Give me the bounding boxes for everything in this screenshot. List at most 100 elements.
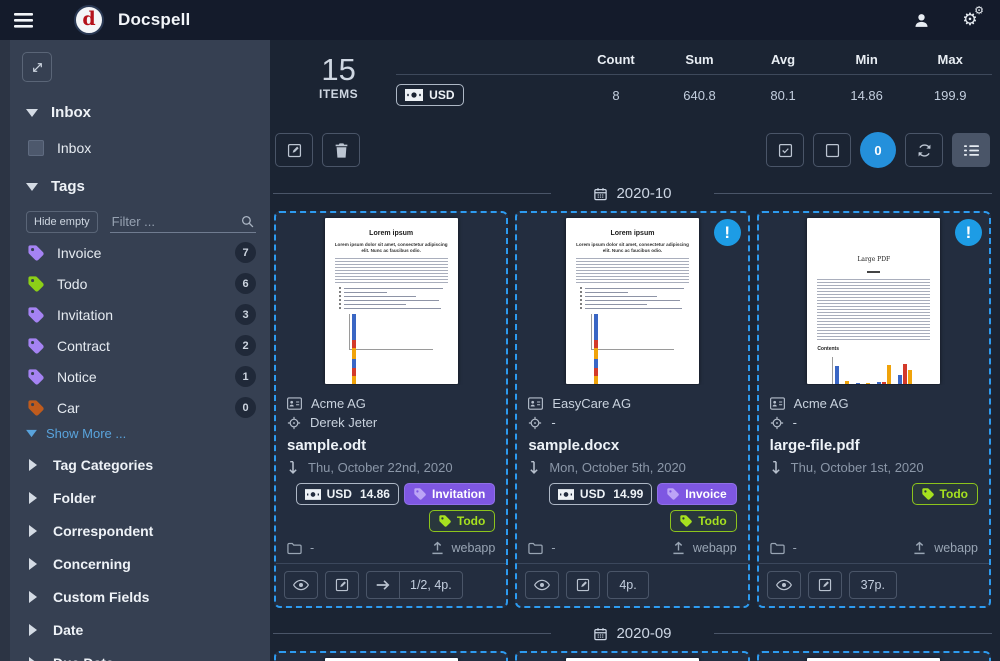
card-footer: 4p. (517, 563, 747, 606)
document-thumbnail[interactable]: Large PDF Contents (759, 213, 989, 385)
document-thumbnail[interactable]: Keywords in PDF (276, 653, 506, 661)
preview-lead-text: Lorem ipsum dolor sit amet, consectetur … (335, 242, 448, 254)
view-item-button[interactable] (525, 571, 559, 599)
tag-icon (28, 369, 44, 385)
tag-count-badge: 6 (235, 273, 256, 294)
tag-icon (680, 515, 692, 527)
divider (714, 633, 992, 634)
folder-icon (770, 542, 785, 555)
group-date-label: 2020-09 (616, 625, 671, 642)
item-group: 2020-09 Keywords in PDF (273, 625, 992, 661)
item-date: Thu, October 1st, 2020 (791, 460, 924, 475)
inbox-checkbox[interactable] (28, 140, 44, 156)
sidebar-tag-item[interactable]: Notice 1 (20, 361, 260, 392)
deselect-all-button[interactable] (813, 133, 851, 167)
tag-icon (28, 245, 44, 261)
source-value: webapp (452, 541, 496, 555)
item-date: Mon, October 5th, 2020 (549, 460, 686, 475)
caret-right-icon (28, 624, 38, 636)
card-footer: 37p. (759, 563, 989, 606)
show-more-tags[interactable]: Show More ... (26, 426, 260, 441)
sidebar-collapsed-sections: Tag Categories Folder Correspondent Conc… (20, 449, 260, 661)
expand-sidebar-button[interactable] (22, 52, 52, 82)
edit-item-button[interactable] (325, 571, 359, 599)
sidebar-section-collapsed[interactable]: Correspondent (20, 515, 260, 547)
sidebar-tag-item[interactable]: Invitation 3 (20, 299, 260, 330)
list-view-button[interactable] (952, 133, 990, 167)
sidebar-section-collapsed[interactable]: Tag Categories (20, 449, 260, 481)
sidebar-scrollbar[interactable] (0, 40, 10, 661)
hamburger-menu-icon[interactable] (10, 7, 36, 33)
card-grid: Lorem ipsum Lorem ipsum dolor sit amet, … (273, 211, 992, 608)
item-name: large-file.pdf (770, 437, 978, 454)
concerning-name: - (551, 415, 555, 430)
sidebar-section-collapsed[interactable]: Due Date (20, 647, 260, 661)
settings-button[interactable]: ⚙ ⚙ (958, 9, 982, 31)
view-item-button[interactable] (767, 571, 801, 599)
caret-right-icon (28, 558, 38, 570)
item-card[interactable]: Keywords in PDF (274, 651, 508, 661)
view-item-button[interactable] (284, 571, 318, 599)
sidebar-section-inbox[interactable]: Inbox (26, 104, 260, 121)
sidebar-tag-item[interactable]: Contract 2 (20, 330, 260, 361)
currency-badge: USD (396, 84, 463, 106)
source-value: webapp (934, 541, 978, 555)
address-card-icon (528, 397, 543, 410)
item-group: 2020-10 Lorem ipsum Lorem ipsum dolor si… (273, 185, 992, 608)
document-thumbnail[interactable]: Lorem ipsum Lorem ipsum dolor sit amet, … (276, 213, 506, 385)
refresh-button[interactable] (905, 133, 943, 167)
search-stats: 15 ITEMS Count Sum Avg Min Max (273, 52, 992, 106)
delete-selection-button[interactable] (322, 133, 360, 167)
amount-currency: USD (327, 487, 352, 501)
sidebar-section-collapsed[interactable]: Folder (20, 482, 260, 514)
item-list-main: 15 ITEMS Count Sum Avg Min Max (270, 40, 1000, 661)
edit-item-button[interactable] (566, 571, 600, 599)
item-card[interactable]: Lorem ipsum dolor sit amet, consectetur … (515, 651, 749, 661)
document-thumbnail[interactable]: Lorem ipsum dolor sit amet, consectetur … (517, 653, 747, 661)
stats-column-header: Max (908, 52, 992, 74)
hide-empty-button[interactable]: Hide empty (26, 211, 98, 233)
sidebar-tag-item[interactable]: Invoice 7 (20, 237, 260, 268)
select-mode-button[interactable] (766, 133, 804, 167)
sidebar-tag-item[interactable]: Car 0 (20, 392, 260, 423)
document-thumbnail[interactable]: Lorem ipsum Lorem ipsum dolor sit amet, … (759, 653, 989, 661)
address-card-icon (770, 397, 785, 410)
tag-count-badge: 7 (235, 242, 256, 263)
folder-source-row: - webapp (759, 534, 989, 563)
tag-filter-input[interactable] (110, 211, 256, 233)
preview-bullet-list (576, 288, 689, 309)
sidebar-section-collapsed[interactable]: Custom Fields (20, 581, 260, 613)
crosshairs-icon (770, 416, 784, 430)
preview-title: Lorem ipsum (576, 230, 689, 237)
sidebar-section-label: Correspondent (53, 523, 153, 539)
item-card[interactable]: ! Lorem ipsum Lorem ipsum dolor sit amet… (515, 211, 749, 608)
sidebar-tag-item[interactable]: Todo 6 (20, 268, 260, 299)
group-date-header: 2020-10 (273, 185, 992, 202)
sidebar-section-label: Due Date (53, 655, 114, 661)
item-card[interactable]: Lorem ipsum Lorem ipsum dolor sit amet, … (274, 211, 508, 608)
docspell-logo: d (74, 5, 104, 35)
alert-badge: ! (955, 219, 982, 246)
tag-badge-label: Todo (940, 487, 968, 501)
currency-label: USD (429, 88, 454, 102)
tag-icon (439, 515, 451, 527)
sidebar-section-label: Concerning (53, 556, 131, 572)
search-icon (241, 215, 254, 228)
divider (396, 74, 992, 75)
item-card[interactable]: ! Large PDF Contents (757, 211, 991, 608)
document-thumbnail[interactable]: Lorem ipsum Lorem ipsum dolor sit amet, … (517, 213, 747, 385)
sidebar-section-tags[interactable]: Tags (26, 178, 260, 195)
item-meta: EasyCare AG - sample.docx Mon, (517, 385, 747, 534)
card-grid: Keywords in PDF (273, 651, 992, 661)
sidebar-section-collapsed[interactable]: Concerning (20, 548, 260, 580)
caret-right-icon (28, 591, 38, 603)
user-menu-button[interactable] (913, 12, 930, 29)
folder-value: - (310, 541, 314, 555)
upload-icon (913, 541, 926, 555)
edit-selection-button[interactable] (275, 133, 313, 167)
edit-item-button[interactable] (808, 571, 842, 599)
inbox-filter-row[interactable]: Inbox (28, 140, 260, 156)
sidebar-section-collapsed[interactable]: Date (20, 614, 260, 646)
open-linked-button[interactable] (367, 572, 400, 598)
item-card[interactable]: Lorem ipsum Lorem ipsum dolor sit amet, … (757, 651, 991, 661)
